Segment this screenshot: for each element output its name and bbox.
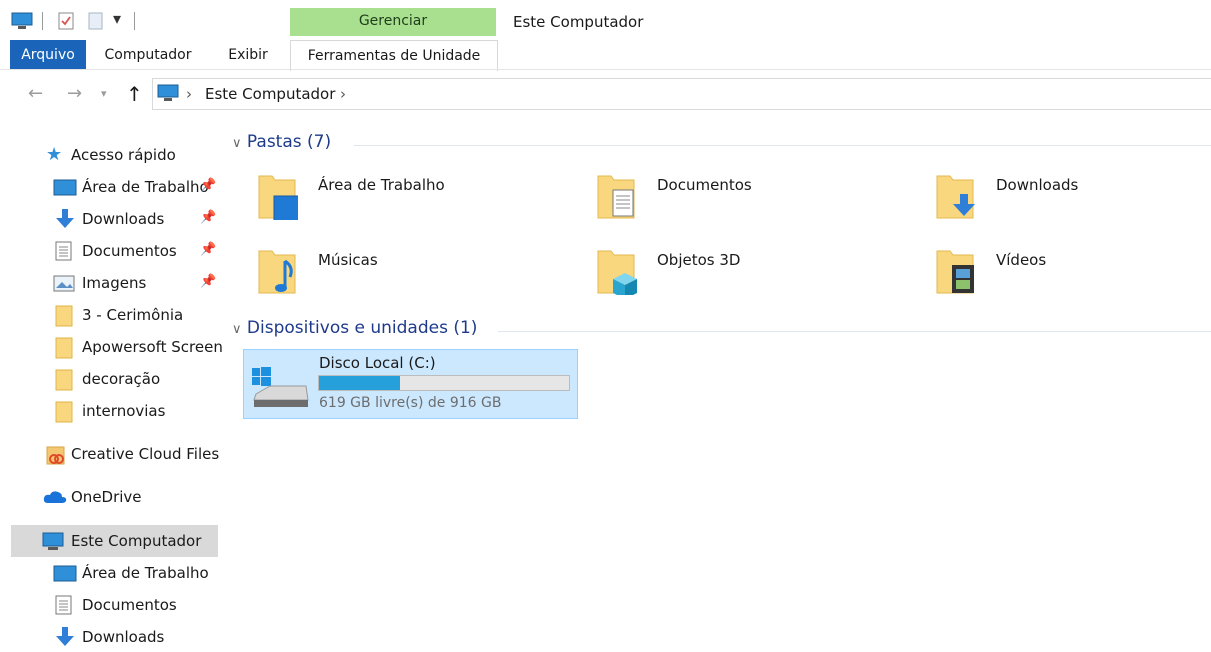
folder-tile-music[interactable]: Músicas <box>222 243 522 313</box>
folder-tile-downloads[interactable]: Downloads <box>900 168 1200 238</box>
pin-icon[interactable]: 📌 <box>200 242 216 257</box>
pictures-icon <box>53 275 75 292</box>
back-button[interactable]: ← <box>28 78 43 110</box>
nav-item-folder-apowersoft[interactable]: Apowersoft Screen <box>0 332 223 362</box>
download-arrow-icon <box>56 209 74 228</box>
properties-icon[interactable] <box>58 12 74 30</box>
navigation-pane: ★ Acesso rápido Área de Trabalho 📌 Downl… <box>0 120 223 646</box>
folder-icon <box>258 250 296 294</box>
nav-item-folder-cerimonia[interactable]: 3 - Cerimônia <box>0 300 218 330</box>
group-divider <box>498 331 1211 332</box>
nav-item-quick-access[interactable]: ★ Acesso rápido <box>0 140 218 170</box>
desktop-icon <box>53 179 77 196</box>
folder-icon <box>55 337 73 359</box>
group-divider <box>354 145 1211 146</box>
folder-tile-3d-objects[interactable]: Objetos 3D <box>561 243 861 313</box>
group-header-devices[interactable]: ∨ Dispositivos e unidades (1) <box>232 318 477 338</box>
folder-tile-documents[interactable]: Documentos <box>561 168 861 238</box>
window-title: Este Computador <box>513 13 644 31</box>
folder-tile-videos[interactable]: Vídeos <box>900 243 1200 313</box>
tab-drive-tools[interactable]: Ferramentas de Unidade <box>290 40 498 71</box>
folder-icon <box>258 175 298 220</box>
creative-cloud-icon <box>46 446 65 465</box>
nav-item-creative-cloud[interactable]: Creative Cloud Files <box>0 439 219 469</box>
address-bar: ← → ▾ ↑ › Este Computador › <box>0 78 1211 110</box>
computer-icon <box>42 532 64 550</box>
nav-item-downloads[interactable]: Downloads 📌 <box>0 204 218 234</box>
breadcrumb-separator-icon[interactable]: › <box>340 85 346 103</box>
drive-tile-c[interactable]: Disco Local (C:) 619 GB livre(s) de 916 … <box>243 349 578 419</box>
drive-usage-bar <box>318 375 570 391</box>
desktop-icon <box>53 565 77 582</box>
content-pane: ∨ Pastas (7) Área de Trabalho Documentos… <box>222 120 1211 639</box>
nav-item-this-pc-desktop[interactable]: Área de Trabalho <box>0 558 218 588</box>
folder-icon <box>55 305 73 327</box>
folder-icon <box>597 175 635 219</box>
breadcrumb-separator-icon[interactable]: › <box>186 85 192 103</box>
chevron-down-icon: ∨ <box>232 136 242 151</box>
hard-drive-icon <box>252 367 309 407</box>
recent-locations-dropdown[interactable]: ▾ <box>101 78 107 110</box>
nav-item-this-pc-downloads[interactable]: Downloads <box>0 622 218 652</box>
quick-access-toolbar: ▾ <box>0 0 290 40</box>
pin-icon[interactable]: 📌 <box>200 178 216 193</box>
address-field[interactable]: › Este Computador › <box>152 78 1211 110</box>
nav-item-this-pc[interactable]: Este Computador <box>11 525 218 557</box>
nav-item-folder-internovias[interactable]: internovias <box>0 396 218 426</box>
chevron-down-icon: ∨ <box>232 322 242 337</box>
folder-icon <box>597 250 637 295</box>
tab-computer[interactable]: Computador <box>100 40 196 70</box>
star-icon: ★ <box>46 144 63 165</box>
nav-item-pictures[interactable]: Imagens 📌 <box>0 268 218 298</box>
folder-icon <box>55 401 73 423</box>
folder-icon <box>55 369 73 391</box>
download-arrow-icon <box>56 627 74 646</box>
nav-item-onedrive[interactable]: OneDrive <box>0 482 218 512</box>
up-button[interactable]: ↑ <box>126 78 143 110</box>
breadcrumb-this-pc[interactable]: Este Computador <box>205 85 335 103</box>
folder-tile-desktop[interactable]: Área de Trabalho <box>222 168 522 238</box>
tab-view[interactable]: Exibir <box>222 40 274 70</box>
ribbon-divider <box>0 69 1211 70</box>
toolbar-separator <box>134 12 135 30</box>
computer-icon <box>157 84 179 101</box>
folder-icon <box>936 250 974 294</box>
context-group-manage: Gerenciar <box>290 8 496 36</box>
drive-usage-fill <box>319 376 400 390</box>
customize-toolbar-dropdown[interactable]: ▾ <box>113 9 121 28</box>
ribbon-tabs: Arquivo Computador Exibir Ferramentas de… <box>0 40 1211 71</box>
nav-item-this-pc-documents[interactable]: Documentos <box>0 590 218 620</box>
folder-icon <box>936 175 975 219</box>
cloud-icon <box>43 491 67 503</box>
nav-item-folder-decoracao[interactable]: decoração <box>0 364 218 394</box>
nav-item-desktop[interactable]: Área de Trabalho 📌 <box>0 172 218 202</box>
toolbar-separator <box>42 12 43 30</box>
nav-item-documents[interactable]: Documentos 📌 <box>0 236 218 266</box>
document-icon <box>55 595 72 615</box>
forward-button[interactable]: → <box>67 78 82 110</box>
pin-icon[interactable]: 📌 <box>200 210 216 225</box>
group-header-folders[interactable]: ∨ Pastas (7) <box>232 132 331 152</box>
computer-icon[interactable] <box>11 12 33 30</box>
new-folder-icon[interactable] <box>88 12 104 30</box>
document-icon <box>55 241 72 261</box>
tab-file[interactable]: Arquivo <box>10 40 86 70</box>
pin-icon[interactable]: 📌 <box>200 274 216 289</box>
